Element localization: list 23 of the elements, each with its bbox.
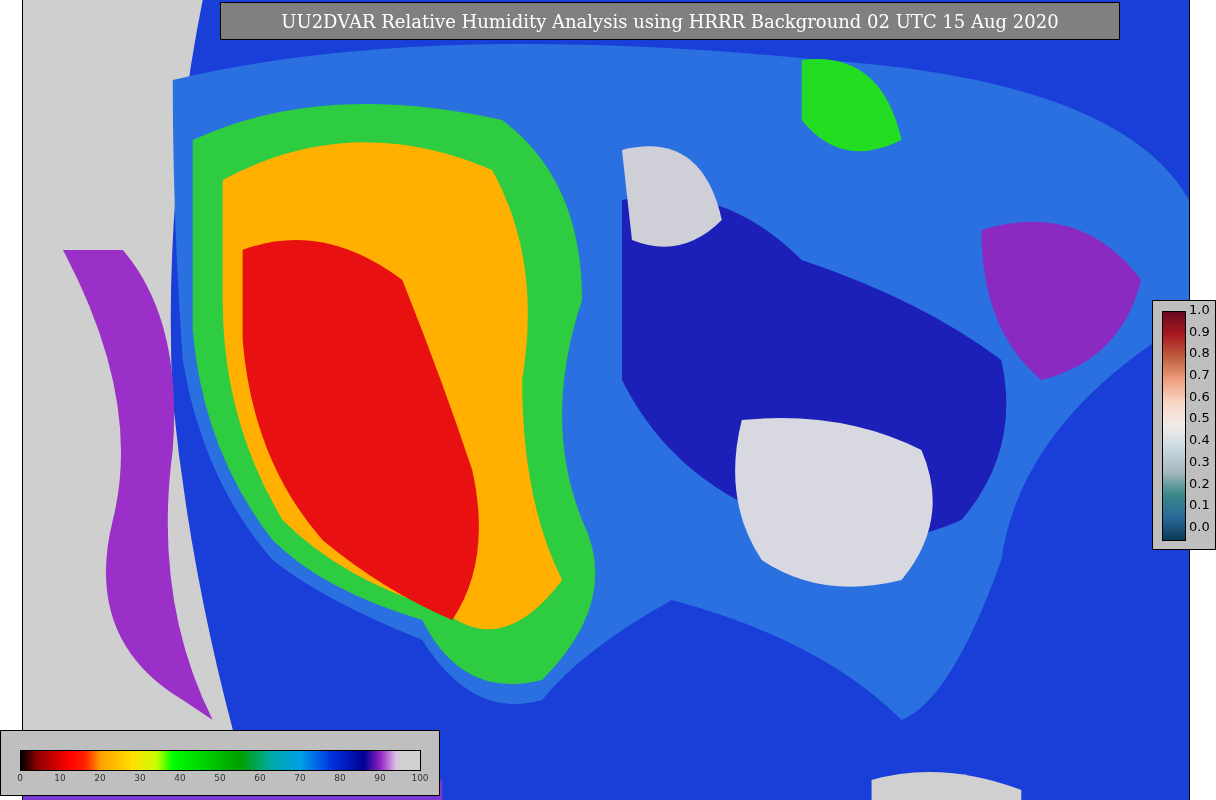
tick-label: 0.6 bbox=[1189, 389, 1210, 403]
tick-label: 40 bbox=[174, 774, 186, 783]
map-title: UU2DVAR Relative Humidity Analysis using HRRR Background 02 UTC 15 Aug 2020 bbox=[220, 2, 1120, 40]
tick-label: 0.4 bbox=[1189, 433, 1210, 447]
tick-label: 0.8 bbox=[1189, 346, 1210, 360]
tick-label: 80 bbox=[334, 774, 346, 783]
tick-label: 1.0 bbox=[1189, 303, 1210, 316]
tick-label: 0.5 bbox=[1189, 411, 1210, 425]
tick-label: 20 bbox=[94, 774, 106, 783]
tick-label: 30 bbox=[134, 774, 146, 783]
tick-label: 100 bbox=[411, 774, 429, 783]
tick-label: 0 bbox=[17, 774, 23, 783]
tick-label: 10 bbox=[54, 774, 66, 783]
tick-label: 70 bbox=[294, 774, 306, 783]
tick-label: 0.0 bbox=[1189, 519, 1210, 533]
tick-label: 0.1 bbox=[1189, 498, 1210, 512]
tick-label: 90 bbox=[374, 774, 386, 783]
tick-label: 50 bbox=[214, 774, 226, 783]
tick-label: 0.3 bbox=[1189, 454, 1210, 468]
tick-label: 0.2 bbox=[1189, 476, 1210, 490]
tick-label: 60 bbox=[254, 774, 266, 783]
tick-label: 0.9 bbox=[1189, 324, 1210, 338]
tick-label: 0.7 bbox=[1189, 368, 1210, 382]
